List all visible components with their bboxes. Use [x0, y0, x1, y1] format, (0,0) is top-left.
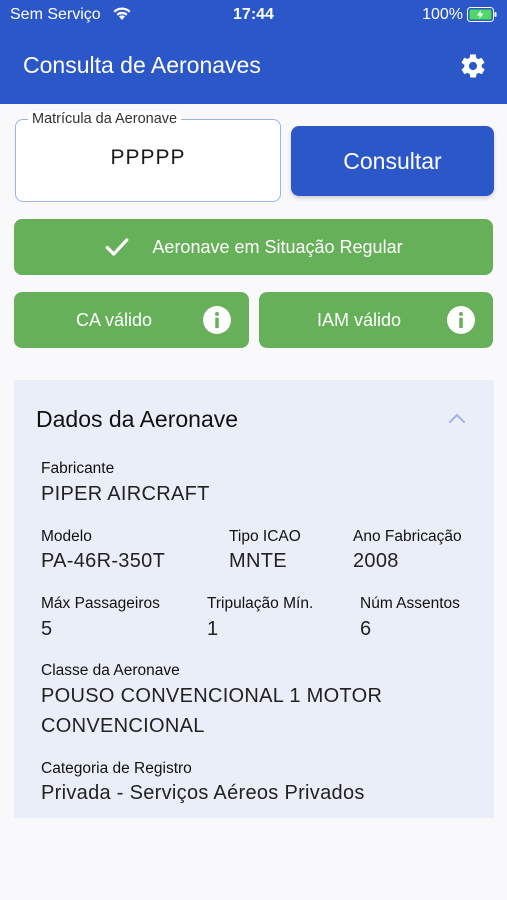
max-passageiros-value: 5 — [41, 618, 53, 640]
num-assentos-label: Núm Assentos — [360, 595, 460, 612]
registration-input[interactable] — [16, 146, 280, 170]
modelo-label: Modelo — [41, 528, 92, 545]
page-title: Consulta de Aeronaves — [23, 52, 261, 78]
regular-status-label: Aeronave em Situação Regular — [152, 236, 403, 257]
tripulacao-label: Tripulação Mín. — [207, 595, 314, 612]
categoria-label: Categoria de Registro — [41, 760, 192, 777]
ca-status-button[interactable]: CA válido — [14, 292, 249, 348]
battery-percentage: 100% — [422, 6, 463, 23]
ano-fabricacao-label: Ano Fabricação — [353, 528, 462, 545]
tipo-icao-label: Tipo ICAO — [229, 528, 301, 545]
ano-fabricacao-value: 2008 — [353, 550, 399, 572]
classe-value-line1: POUSO CONVENCIONAL 1 MOTOR — [41, 685, 383, 707]
regular-status-banner: Aeronave em Situação Regular — [14, 219, 493, 275]
classe-label: Classe da Aeronave — [41, 662, 180, 679]
card-title: Dados da Aeronave — [36, 406, 239, 432]
registration-field-label: Matrícula da Aeronave — [28, 111, 182, 127]
max-passageiros-label: Máx Passageiros — [41, 595, 160, 612]
classe-value-line2: CONVENCIONAL — [41, 715, 205, 737]
aircraft-details-card: Dados da Aeronave Fabricante PIPER AIRCR… — [14, 380, 494, 818]
fabricante-label: Fabricante — [41, 460, 115, 477]
modelo-value: PA-46R-350T — [41, 550, 166, 572]
tipo-icao-value: MNTE — [229, 550, 287, 572]
categoria-value: Privada - Serviços Aéreos Privados — [41, 782, 365, 804]
num-assentos-value: 6 — [360, 618, 372, 640]
checkmark-icon — [106, 238, 129, 256]
consultar-button[interactable]: Consultar — [291, 126, 494, 196]
status-bar: Sem Serviço 17:44 100% — [0, 0, 507, 30]
info-icon[interactable] — [447, 306, 475, 334]
battery-charging-icon — [467, 7, 497, 22]
registration-field[interactable]: Matrícula da Aeronave — [15, 111, 281, 202]
fabricante-value: PIPER AIRCRAFT — [41, 483, 210, 505]
iam-status-label: IAM válido — [316, 310, 402, 330]
gear-icon[interactable] — [459, 52, 487, 80]
app-header: Sem Serviço 17:44 100% Consulta de Aeron… — [0, 0, 507, 104]
chevron-up-icon[interactable] — [448, 412, 466, 424]
tripulacao-value: 1 — [207, 618, 219, 640]
iam-status-button[interactable]: IAM válido — [259, 292, 493, 348]
info-icon[interactable] — [203, 306, 231, 334]
ca-status-label: CA válido — [75, 310, 153, 330]
